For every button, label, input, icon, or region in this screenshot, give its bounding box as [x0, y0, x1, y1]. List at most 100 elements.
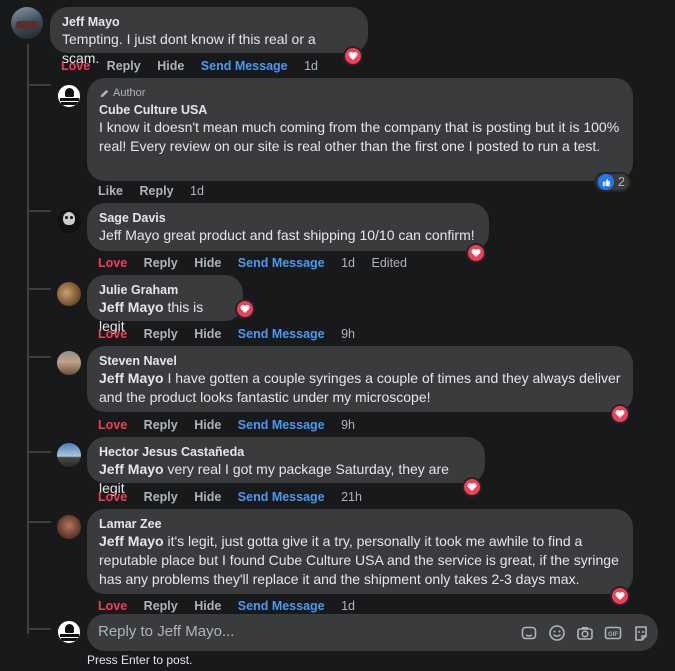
commenter-name[interactable]: Lamar Zee: [99, 516, 621, 532]
comment-actions: Love Reply Hide Send Message 9h: [98, 418, 368, 432]
thread-branch: [27, 628, 51, 630]
timestamp[interactable]: 1d: [190, 184, 204, 198]
send-message-button[interactable]: Send Message: [238, 256, 325, 270]
mention-tag[interactable]: Jeff Mayo: [99, 533, 164, 549]
hide-button[interactable]: Hide: [194, 327, 221, 341]
send-message-button[interactable]: Send Message: [238, 418, 325, 432]
mention-tag[interactable]: Jeff Mayo: [99, 461, 164, 477]
thread-line: [27, 44, 29, 634]
hide-button[interactable]: Hide: [194, 599, 221, 613]
timestamp[interactable]: 1d: [341, 256, 355, 270]
hide-button[interactable]: Hide: [194, 256, 221, 270]
camera-icon[interactable]: [576, 624, 594, 642]
reply-button[interactable]: Reply: [144, 256, 178, 270]
like-count: 2: [618, 175, 625, 189]
send-message-button[interactable]: Send Message: [238, 327, 325, 341]
edited-label[interactable]: Edited: [372, 256, 407, 270]
love-button[interactable]: Love: [98, 418, 127, 432]
sticker-icon[interactable]: [520, 624, 538, 642]
commenter-name[interactable]: Hector Jesus Castañeda: [99, 444, 473, 460]
heart-icon[interactable]: [610, 404, 630, 424]
like-button[interactable]: Like: [98, 184, 123, 198]
reply-bubble: Hector Jesus Castañeda Jeff Mayo very re…: [87, 437, 485, 496]
pencil-icon: [100, 89, 109, 97]
thread-branch: [27, 451, 51, 453]
hide-button[interactable]: Hide: [194, 418, 221, 432]
reply-bubble: Steven Navel Jeff Mayo I have gotten a c…: [87, 346, 633, 412]
send-message-button[interactable]: Send Message: [238, 490, 325, 504]
send-message-button[interactable]: Send Message: [238, 599, 325, 613]
commenter-name[interactable]: Cube Culture USA: [99, 102, 621, 118]
timestamp[interactable]: 21h: [341, 490, 362, 504]
gif-icon[interactable]: GIF: [604, 624, 622, 642]
comment-actions: Love Reply Hide Send Message 1d: [61, 59, 331, 73]
reply-button[interactable]: Reply: [140, 184, 174, 198]
reply-button[interactable]: Reply: [107, 59, 141, 73]
avatar[interactable]: [57, 282, 81, 306]
mention-tag[interactable]: Jeff Mayo: [99, 299, 164, 315]
heart-icon[interactable]: [610, 586, 630, 606]
comment-text: Jeff Mayo I have gotten a couple syringe…: [99, 370, 621, 405]
thread-branch: [27, 84, 51, 86]
comment-bubble: Jeff Mayo Tempting. I just dont know if …: [50, 7, 368, 66]
comment-actions: Love Reply Hide Send Message 1d Edited: [98, 256, 420, 270]
thread-branch: [27, 356, 51, 358]
comment-actions: Love Reply Hide Send Message 21h: [98, 490, 375, 504]
avatar[interactable]: [57, 515, 81, 539]
heart-icon[interactable]: [235, 299, 255, 319]
commenter-name[interactable]: Steven Navel: [99, 353, 621, 369]
love-button[interactable]: Love: [98, 256, 127, 270]
reply-button[interactable]: Reply: [144, 418, 178, 432]
timestamp[interactable]: 1d: [341, 599, 355, 613]
like-reaction-count[interactable]: 2: [594, 172, 631, 192]
author-badge: Author: [99, 86, 621, 100]
reply-bubble: Sage Davis Jeff Mayo great product and f…: [87, 203, 489, 251]
comment-text: Jeff Mayo it's legit, just gotta give it…: [99, 533, 619, 587]
hide-button[interactable]: Hide: [194, 490, 221, 504]
love-button[interactable]: Love: [98, 490, 127, 504]
commenter-name[interactable]: Jeff Mayo: [62, 14, 356, 30]
love-button[interactable]: Love: [98, 599, 127, 613]
avatar[interactable]: [11, 7, 43, 39]
send-message-button[interactable]: Send Message: [201, 59, 288, 73]
thread-branch: [27, 521, 51, 523]
commenter-name[interactable]: Julie Graham: [99, 282, 231, 298]
avatar[interactable]: [57, 84, 81, 108]
avatar[interactable]: [57, 620, 81, 644]
heart-icon[interactable]: [462, 477, 482, 497]
comment-actions: Love Reply Hide Send Message 9h: [98, 327, 368, 341]
like-icon: [598, 174, 614, 190]
reply-button[interactable]: Reply: [144, 490, 178, 504]
svg-text:GIF: GIF: [608, 632, 618, 638]
avatar[interactable]: [57, 351, 81, 375]
timestamp[interactable]: 9h: [341, 327, 355, 341]
comment-actions: Like Reply 1d: [98, 184, 217, 198]
comment-actions: Love Reply Hide Send Message 1d: [98, 599, 368, 613]
reply-button[interactable]: Reply: [144, 599, 178, 613]
avatar[interactable]: [57, 443, 81, 467]
reply-bubble: Julie Graham Jeff Mayo this is legit: [87, 275, 243, 334]
mention-tag[interactable]: Jeff Mayo: [99, 370, 164, 386]
heart-icon[interactable]: [466, 243, 486, 263]
love-button[interactable]: Love: [61, 59, 90, 73]
thread-branch: [27, 288, 51, 290]
author-badge-label: Author: [113, 87, 146, 99]
thread-branch: [27, 210, 51, 212]
heart-icon[interactable]: [343, 46, 363, 66]
hide-button[interactable]: Hide: [157, 59, 184, 73]
reply-button[interactable]: Reply: [144, 327, 178, 341]
reply-bubble: Lamar Zee Jeff Mayo it's legit, just got…: [87, 509, 633, 594]
reply-bubble: Author Cube Culture USA I know it doesn'…: [87, 78, 633, 181]
reply-composer: GIF: [87, 614, 658, 651]
emoji-icon[interactable]: [548, 624, 566, 642]
timestamp[interactable]: 1d: [304, 59, 318, 73]
reply-hint: Press Enter to post.: [87, 653, 193, 667]
comment-text: Jeff Mayo great product and fast shippin…: [99, 227, 475, 243]
commenter-name[interactable]: Sage Davis: [99, 210, 477, 226]
comment-text: I know it doesn't mean much coming from …: [99, 119, 620, 154]
avatar[interactable]: [57, 209, 81, 233]
avatar-sticker-icon[interactable]: [632, 624, 650, 642]
reply-input[interactable]: [98, 623, 498, 640]
love-button[interactable]: Love: [98, 327, 127, 341]
timestamp[interactable]: 9h: [341, 418, 355, 432]
